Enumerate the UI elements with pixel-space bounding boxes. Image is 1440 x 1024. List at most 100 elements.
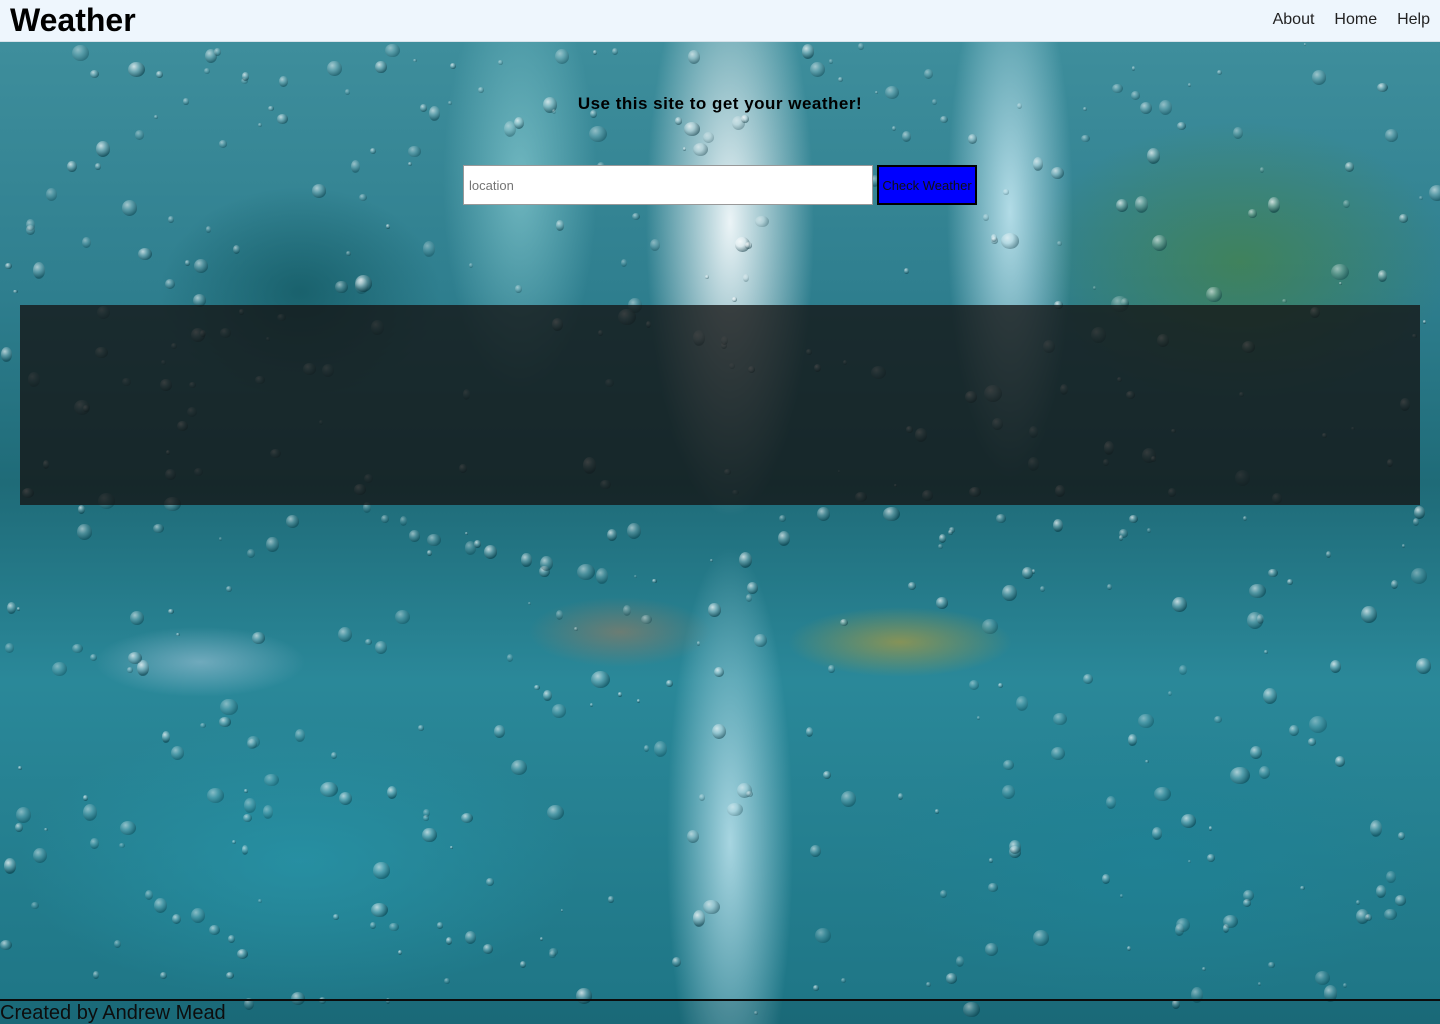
raindrop	[436, 922, 444, 929]
raindrop	[1135, 196, 1149, 213]
raindrop	[127, 667, 133, 674]
raindrop	[127, 651, 142, 664]
raindrop	[666, 679, 673, 687]
raindrop	[194, 259, 209, 273]
raindrop	[1335, 756, 1346, 767]
raindrop	[449, 845, 453, 849]
raindrop	[1145, 759, 1150, 764]
raindrop	[738, 551, 753, 569]
raindrop	[589, 702, 593, 707]
raindrop	[1003, 759, 1014, 770]
raindrop	[279, 76, 288, 88]
raindrop	[397, 949, 402, 955]
raindrop	[829, 59, 833, 64]
raindrop	[1053, 519, 1063, 532]
raindrop	[684, 122, 700, 136]
raindrop	[622, 604, 632, 617]
raindrop	[203, 67, 211, 75]
raindrop	[1217, 70, 1223, 75]
raindrop	[542, 690, 552, 702]
raindrop	[93, 971, 99, 979]
raindrop	[1410, 568, 1428, 585]
raindrop	[1413, 505, 1425, 519]
raindrop	[1206, 286, 1222, 303]
raindrop	[778, 515, 786, 523]
raindrop	[1412, 518, 1420, 527]
raindrop	[1187, 83, 1191, 87]
raindrop	[16, 607, 21, 612]
raindrop	[408, 530, 421, 543]
raindrop	[682, 147, 687, 151]
nav-link-about[interactable]: About	[1273, 10, 1315, 30]
raindrop	[901, 130, 912, 143]
raindrop	[1419, 196, 1424, 200]
raindrop	[144, 889, 154, 900]
raindrop	[422, 827, 437, 843]
raindrop	[1342, 982, 1347, 989]
raindrop	[955, 956, 965, 968]
raindrop	[1262, 687, 1277, 705]
raindrop	[693, 910, 706, 927]
raindrop	[533, 685, 540, 691]
raindrop	[1053, 712, 1068, 726]
raindrop	[1397, 832, 1405, 840]
raindrop	[412, 58, 417, 63]
weather-search-form: Check Weather	[463, 165, 977, 205]
raindrop	[219, 140, 228, 148]
raindrop	[1242, 899, 1251, 907]
raindrop	[262, 805, 274, 820]
raindrop	[1303, 42, 1307, 47]
raindrop	[154, 114, 158, 119]
raindrop	[1386, 870, 1396, 884]
check-weather-button[interactable]: Check Weather	[877, 165, 977, 205]
raindrop	[1040, 586, 1046, 593]
raindrop	[1356, 899, 1361, 905]
raindrop	[1132, 65, 1136, 71]
raindrop	[982, 213, 989, 222]
raindrop	[977, 716, 980, 720]
raindrop	[1223, 914, 1239, 928]
raindrop	[714, 667, 724, 678]
raindrop	[1126, 946, 1131, 951]
raindrop	[591, 671, 610, 688]
raindrop	[506, 654, 514, 663]
nav-link-home[interactable]: Home	[1334, 10, 1377, 30]
raindrop	[806, 726, 814, 737]
raindrop	[515, 285, 522, 294]
raindrop	[1264, 650, 1268, 654]
nav-link-help[interactable]: Help	[1397, 10, 1430, 30]
raindrop	[1138, 713, 1154, 728]
raindrop	[486, 878, 494, 887]
raindrop	[1399, 214, 1409, 223]
raindrop	[810, 61, 826, 78]
raindrop	[13, 289, 18, 294]
raindrop	[90, 837, 100, 849]
raindrop	[119, 821, 136, 836]
location-input[interactable]	[463, 165, 873, 205]
raindrop	[809, 844, 821, 858]
raindrop	[1213, 716, 1222, 724]
raindrop	[592, 50, 598, 55]
raindrop	[1330, 263, 1349, 281]
raindrop	[370, 921, 377, 929]
raindrop	[539, 556, 553, 572]
raindrop	[815, 928, 832, 944]
raindrop	[450, 62, 456, 69]
raindrop	[753, 633, 767, 648]
raindrop	[206, 787, 225, 803]
raindrop	[969, 680, 980, 691]
raindrop	[702, 132, 715, 144]
raindrop	[521, 552, 532, 568]
raindrop	[220, 698, 238, 716]
raindrop	[138, 247, 153, 261]
raindrop	[940, 889, 948, 898]
raindrop	[1146, 148, 1161, 164]
raindrop	[1369, 820, 1382, 837]
raindrop	[286, 515, 299, 528]
raindrop	[907, 582, 917, 590]
raindrop	[386, 785, 397, 800]
raindrop	[320, 781, 339, 798]
raindrop	[337, 626, 352, 643]
raindrop	[241, 72, 250, 81]
raindrop	[620, 258, 628, 268]
